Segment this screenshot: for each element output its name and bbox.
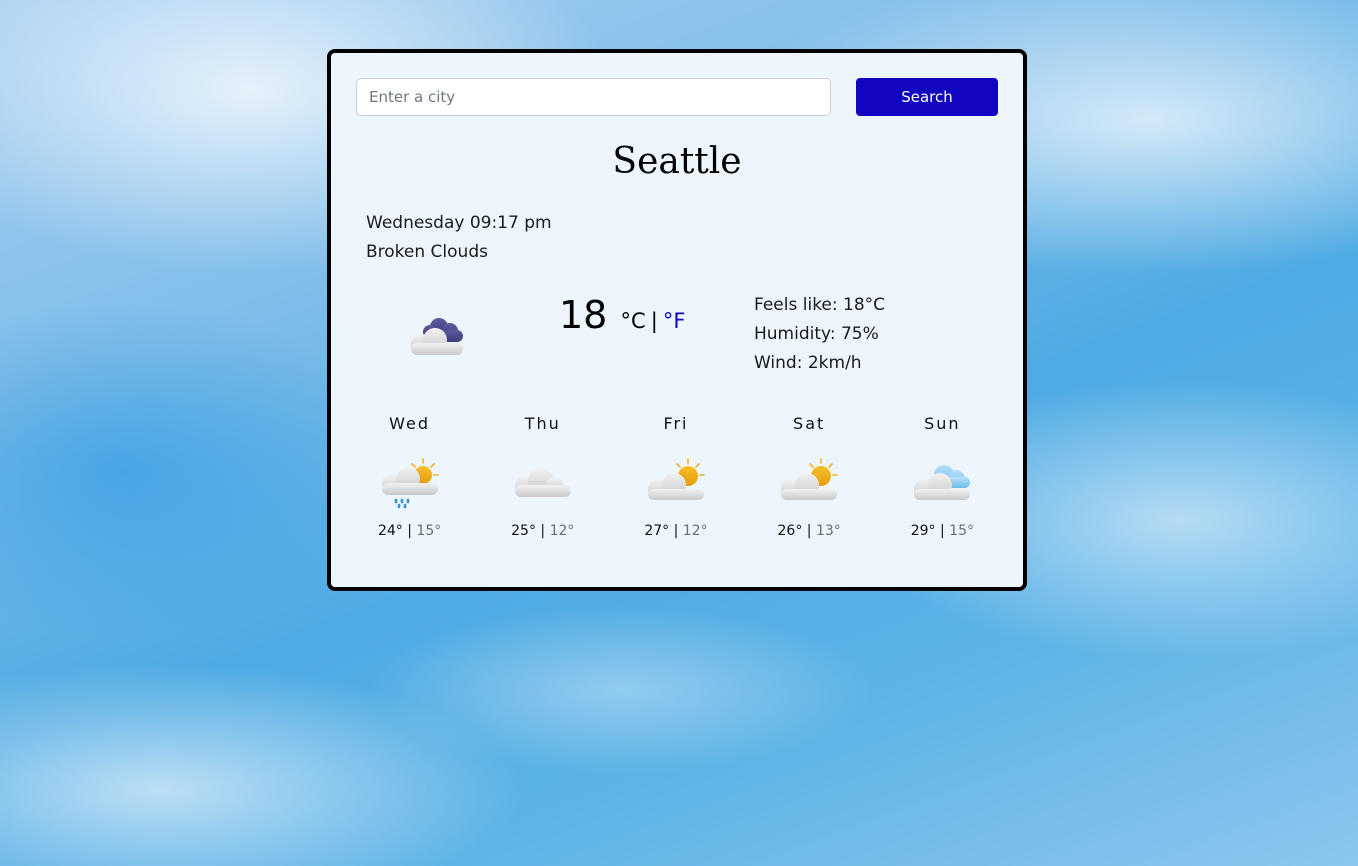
- forecast-min: 12°: [549, 523, 575, 539]
- partly-sunny-icon: [647, 458, 705, 500]
- forecast-day-name: Wed: [389, 414, 431, 433]
- weather-card: Search Seattle Wednesday 09:17 pm Broken…: [327, 49, 1027, 591]
- city-search-input[interactable]: [356, 78, 831, 116]
- humidity: Humidity: 75%: [754, 324, 879, 344]
- partly-sunny-icon: [781, 458, 838, 500]
- forecast-temps: 27° | 12°: [609, 523, 742, 539]
- forecast-temps: 29° | 15°: [876, 523, 1009, 539]
- broken-clouds-night-icon: [411, 318, 463, 355]
- forecast: Wed 24° | 15° Thu 25° | 12° Fri 27° | 12…: [343, 413, 1009, 539]
- current-condition: Broken Clouds: [366, 242, 488, 262]
- temperature-value: 18: [559, 293, 608, 337]
- search-button[interactable]: Search: [856, 78, 998, 116]
- cloud-icon: [514, 468, 571, 497]
- fahrenheit-toggle[interactable]: °F: [663, 309, 686, 333]
- forecast-day: Sun 29° | 15°: [876, 413, 1009, 539]
- forecast-day-name: Sun: [924, 414, 961, 433]
- forecast-min: 15°: [949, 523, 974, 539]
- feels-like: Feels like: 18°C: [754, 295, 886, 315]
- forecast-temps: 24° | 15°: [343, 523, 476, 539]
- forecast-max: 27°: [644, 523, 670, 539]
- city-name: Seattle: [612, 141, 742, 182]
- forecast-min: 12°: [682, 523, 708, 539]
- few-clouds-icon: [914, 465, 971, 500]
- rain-sun-cloud-icon: [381, 458, 439, 509]
- forecast-separator: |: [540, 523, 546, 539]
- forecast-separator: |: [806, 523, 812, 539]
- forecast-min: 13°: [815, 523, 841, 539]
- forecast-temps: 26° | 13°: [743, 523, 876, 539]
- forecast-max: 26°: [777, 523, 803, 539]
- forecast-max: 25°: [511, 523, 536, 539]
- forecast-day: Wed 24° | 15°: [343, 413, 476, 539]
- forecast-temps: 25° | 12°: [476, 523, 609, 539]
- forecast-separator: |: [407, 523, 412, 539]
- unit-separator: |: [650, 309, 658, 333]
- forecast-day: Thu 25° | 12°: [476, 413, 609, 539]
- forecast-day-name: Sat: [793, 414, 826, 433]
- forecast-day-name: Thu: [524, 414, 561, 433]
- weather-details: Feels like: 18°C Humidity: 75% Wind: 2km…: [754, 294, 885, 381]
- forecast-min: 15°: [416, 523, 442, 539]
- current-datetime: Wednesday 09:17 pm: [366, 213, 552, 233]
- forecast-max: 24°: [377, 523, 403, 539]
- forecast-day: Fri 27° | 12°: [609, 413, 742, 539]
- forecast-separator: |: [673, 523, 679, 539]
- forecast-separator: |: [939, 523, 945, 539]
- forecast-day: Sat 26° | 13°: [743, 413, 876, 539]
- forecast-day-name: Fri: [663, 414, 689, 433]
- celsius-toggle[interactable]: °C: [620, 309, 645, 333]
- forecast-max: 29°: [910, 523, 936, 539]
- current-temperature: 18 °C | °F: [559, 293, 685, 337]
- wind: Wind: 2km/h: [754, 353, 862, 373]
